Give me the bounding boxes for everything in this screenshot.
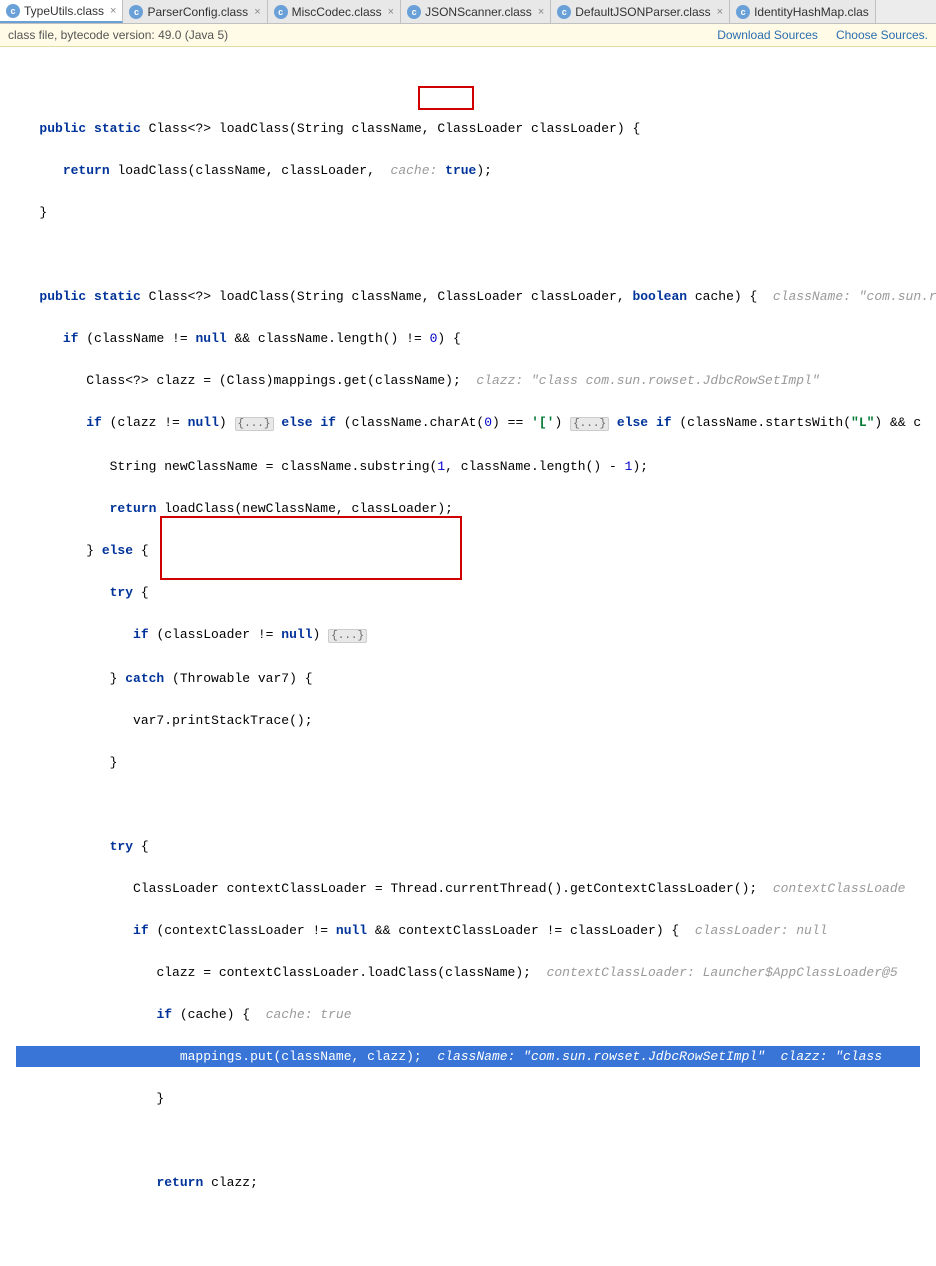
source-editor[interactable]: public static Class<?> loadClass(String …: [0, 47, 936, 1266]
close-icon[interactable]: ×: [717, 6, 723, 18]
fold-marker[interactable]: {...}: [328, 629, 367, 643]
close-icon[interactable]: ×: [388, 6, 394, 18]
bytecode-version-label: class file, bytecode version: 49.0 (Java…: [8, 28, 228, 42]
fold-marker[interactable]: {...}: [570, 417, 609, 431]
highlighted-line: mappings.put(className, clazz); classNam…: [16, 1046, 920, 1067]
class-file-icon: c: [129, 5, 143, 19]
tab-label: ParserConfig.class: [147, 5, 248, 19]
close-icon[interactable]: ×: [538, 6, 544, 18]
close-icon[interactable]: ×: [254, 6, 260, 18]
fold-marker[interactable]: {...}: [235, 417, 274, 431]
tab-label: IdentityHashMap.clas: [754, 5, 869, 19]
tab-parserconfig[interactable]: c ParserConfig.class ×: [123, 0, 267, 23]
tab-identityhashmap[interactable]: c IdentityHashMap.clas: [730, 0, 876, 23]
tab-label: JSONScanner.class: [425, 5, 532, 19]
class-file-icon: c: [6, 4, 20, 18]
tab-defaultjsonparser[interactable]: c DefaultJSONParser.class ×: [551, 0, 730, 23]
class-file-icon: c: [274, 5, 288, 19]
class-file-icon: c: [407, 5, 421, 19]
class-file-icon: c: [736, 5, 750, 19]
tab-label: DefaultJSONParser.class: [575, 5, 710, 19]
close-icon[interactable]: ×: [110, 5, 116, 17]
tab-label: TypeUtils.class: [24, 4, 104, 18]
editor-tabs: c TypeUtils.class × c ParserConfig.class…: [0, 0, 936, 24]
tab-jsonscanner[interactable]: c JSONScanner.class ×: [401, 0, 551, 23]
download-sources-link[interactable]: Download Sources: [717, 28, 818, 42]
info-links: Download Sources Choose Sources.: [717, 28, 928, 42]
tab-typeutils[interactable]: c TypeUtils.class ×: [0, 0, 123, 23]
info-bar: class file, bytecode version: 49.0 (Java…: [0, 24, 936, 47]
class-file-icon: c: [557, 5, 571, 19]
tab-label: MiscCodec.class: [292, 5, 382, 19]
tab-misccodec[interactable]: c MiscCodec.class ×: [268, 0, 401, 23]
choose-sources-link[interactable]: Choose Sources.: [836, 28, 928, 42]
